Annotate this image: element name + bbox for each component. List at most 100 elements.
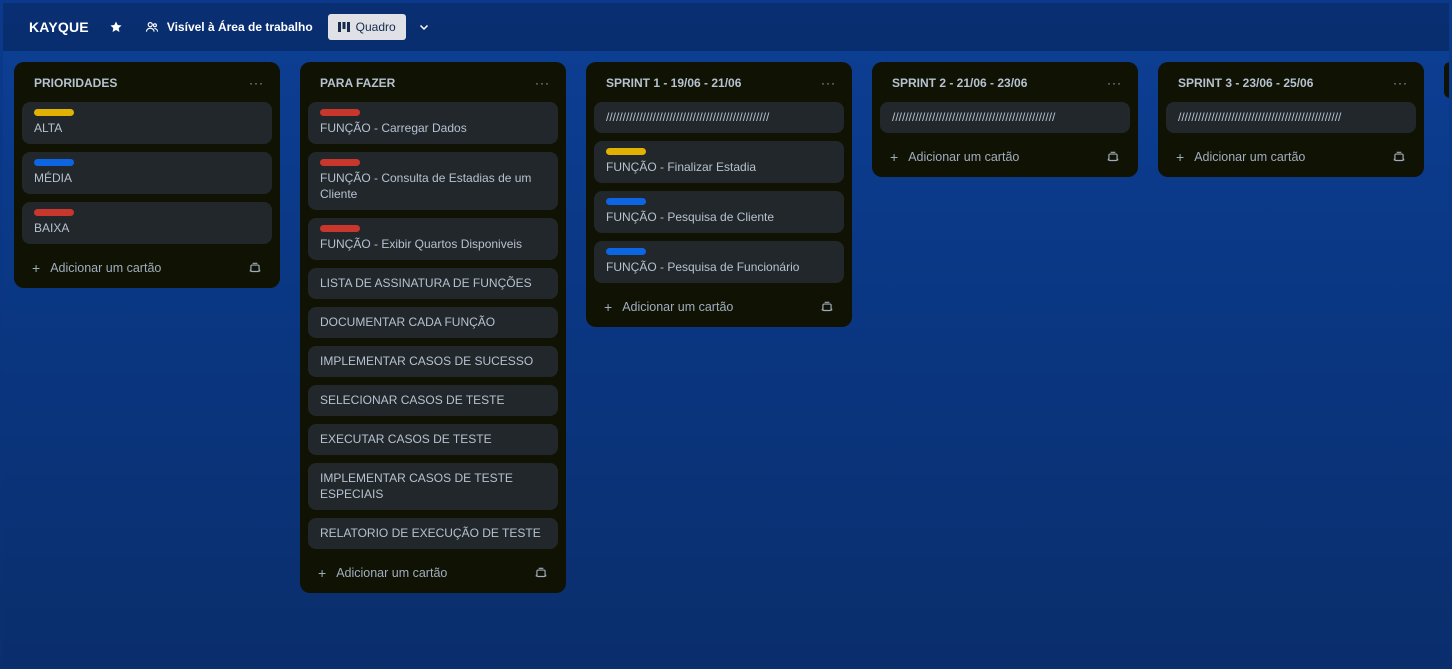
card[interactable]: ALTA <box>22 102 272 144</box>
card[interactable]: FUNÇÃO - Carregar Dados <box>308 102 558 144</box>
board-canvas: KAYQUE Visível à Área de trabalho Quadro… <box>3 3 1449 667</box>
card-label-red[interactable] <box>34 209 74 216</box>
list-header: SPRINT 1 - 19/06 - 21/06 ··· <box>594 70 844 96</box>
visibility-button[interactable]: Visível à Área de trabalho <box>145 20 313 34</box>
card-label-red[interactable] <box>320 225 360 232</box>
card[interactable]: EXECUTAR CASOS DE TESTE <box>308 424 558 455</box>
add-card-label: Adicionar um cartão <box>908 150 1020 164</box>
board-view-button[interactable]: Quadro <box>327 14 406 40</box>
add-card-button[interactable]: + Adicionar um cartão <box>1176 149 1305 165</box>
card-title: LISTA DE ASSINATURA DE FUNÇÕES <box>320 276 532 290</box>
card-label-yellow[interactable] <box>606 148 646 155</box>
add-card-label: Adicionar um cartão <box>336 566 448 580</box>
list[interactable]: SPRINT 1 - 19/06 - 21/06 ··· /////////////… <box>586 62 852 327</box>
add-card-button[interactable]: + Adicionar um cartão <box>604 299 733 315</box>
card-title: ////////////////////////////////////////… <box>1178 110 1342 124</box>
plus-icon: + <box>1176 149 1185 165</box>
add-card-label: Adicionar um cartão <box>50 261 162 275</box>
list-title[interactable]: PRIORIDADES <box>34 76 117 90</box>
card[interactable]: SELECIONAR CASOS DE TESTE <box>308 385 558 416</box>
add-card-button[interactable]: + Adicionar um cartão <box>32 260 161 276</box>
card-title: BAIXA <box>34 221 70 235</box>
card-title: ////////////////////////////////////////… <box>606 110 770 124</box>
more-options-icon[interactable]: ··· <box>821 76 836 90</box>
card-title: MÉDIA <box>34 171 73 185</box>
plus-icon: + <box>604 299 613 315</box>
card-label-blue[interactable] <box>606 248 646 255</box>
card[interactable]: RELATORIO DE EXECUÇÃO DE TESTE <box>308 518 558 549</box>
add-card-button[interactable]: + Adicionar um cartão <box>890 149 1019 165</box>
card-title: FUNÇÃO - Finalizar Estadia <box>606 160 757 174</box>
card[interactable]: IMPLEMENTAR CASOS DE SUCESSO <box>308 346 558 377</box>
add-card-button[interactable]: + Adicionar um cartão <box>318 565 447 581</box>
card[interactable]: FUNÇÃO - Finalizar Estadia <box>594 141 844 183</box>
card[interactable]: ////////////////////////////////////////… <box>1166 102 1416 133</box>
card-title: FUNÇÃO - Consulta de Estadias de um Clie… <box>320 171 532 201</box>
card-title: IMPLEMENTAR CASOS DE SUCESSO <box>320 354 534 368</box>
add-card-row: + Adicionar um cartão <box>1166 141 1416 173</box>
list-title[interactable]: PARA FAZER <box>320 76 395 90</box>
list-title[interactable]: SPRINT 3 - 23/06 - 25/06 <box>1178 76 1313 90</box>
add-card-row: + Adicionar um cartão <box>880 141 1130 173</box>
card-template-icon[interactable] <box>1106 150 1120 164</box>
more-options-icon[interactable]: ··· <box>249 76 264 90</box>
card-title: ALTA <box>34 121 63 135</box>
add-card-row: + Adicionar um cartão <box>22 252 272 284</box>
card[interactable]: FUNÇÃO - Pesquisa de Funcionário <box>594 241 844 283</box>
card[interactable]: DOCUMENTAR CADA FUNÇÃO <box>308 307 558 338</box>
list-header: PARA FAZER ··· <box>308 70 558 96</box>
list-title[interactable]: SPRINT 1 - 19/06 - 21/06 <box>606 76 741 90</box>
card-label-red[interactable] <box>320 109 360 116</box>
card-label-yellow[interactable] <box>34 109 74 116</box>
card[interactable]: LISTA DE ASSINATURA DE FUNÇÕES <box>308 268 558 299</box>
list-header: PRIORIDADES ··· <box>22 70 272 96</box>
card[interactable]: ////////////////////////////////////////… <box>880 102 1130 133</box>
card[interactable]: FUNÇÃO - Exibir Quartos Disponiveis <box>308 218 558 260</box>
card-template-icon[interactable] <box>1392 150 1406 164</box>
card[interactable]: MÉDIA <box>22 152 272 194</box>
board-view-label: Quadro <box>355 20 396 34</box>
board-icon <box>337 22 350 32</box>
list-header: SPRINT 2 - 21/06 - 23/06 ··· <box>880 70 1130 96</box>
list[interactable]: SPRINT 3 - 23/06 - 25/06 ··· /////////////… <box>1158 62 1424 177</box>
card-label-blue[interactable] <box>34 159 74 166</box>
card-title: DOCUMENTAR CADA FUNÇÃO <box>320 315 496 329</box>
offscreen-list-edge <box>1444 62 1449 98</box>
card[interactable]: ////////////////////////////////////////… <box>594 102 844 133</box>
plus-icon: + <box>318 565 327 581</box>
card-title: IMPLEMENTAR CASOS DE TESTE ESPECIAIS <box>320 471 513 501</box>
card[interactable]: FUNÇÃO - Pesquisa de Cliente <box>594 191 844 233</box>
board-header: KAYQUE Visível à Área de trabalho Quadro <box>3 3 1449 51</box>
card-template-icon[interactable] <box>534 566 548 580</box>
list[interactable]: PRIORIDADES ··· ALTA MÉDIA BAIXA + Adicionar u… <box>14 62 280 288</box>
add-card-label: Adicionar um cartão <box>622 300 734 314</box>
card-title: ////////////////////////////////////////… <box>892 110 1056 124</box>
card[interactable]: BAIXA <box>22 202 272 244</box>
chevron-down-icon[interactable] <box>418 21 430 33</box>
more-options-icon[interactable]: ··· <box>1393 76 1408 90</box>
add-card-row: + Adicionar um cartão <box>308 557 558 589</box>
card[interactable]: FUNÇÃO - Consulta de Estadias de um Clie… <box>308 152 558 210</box>
star-icon[interactable] <box>109 20 123 34</box>
card-template-icon[interactable] <box>820 300 834 314</box>
card-title: FUNÇÃO - Exibir Quartos Disponiveis <box>320 237 523 251</box>
card-label-red[interactable] <box>320 159 360 166</box>
plus-icon: + <box>890 149 899 165</box>
people-icon <box>145 20 159 34</box>
more-options-icon[interactable]: ··· <box>535 76 550 90</box>
add-card-row: + Adicionar um cartão <box>594 291 844 323</box>
list-title[interactable]: SPRINT 2 - 21/06 - 23/06 <box>892 76 1027 90</box>
card-title: FUNÇÃO - Pesquisa de Cliente <box>606 210 775 224</box>
card-title: FUNÇÃO - Carregar Dados <box>320 121 467 135</box>
card-title: FUNÇÃO - Pesquisa de Funcionário <box>606 260 800 274</box>
board-title[interactable]: KAYQUE <box>29 19 89 35</box>
list-header: SPRINT 3 - 23/06 - 25/06 ··· <box>1166 70 1416 96</box>
more-options-icon[interactable]: ··· <box>1107 76 1122 90</box>
plus-icon: + <box>32 260 41 276</box>
card-template-icon[interactable] <box>248 261 262 275</box>
card-title: SELECIONAR CASOS DE TESTE <box>320 393 505 407</box>
card[interactable]: IMPLEMENTAR CASOS DE TESTE ESPECIAIS <box>308 463 558 510</box>
list[interactable]: SPRINT 2 - 21/06 - 23/06 ··· /////////////… <box>872 62 1138 177</box>
list[interactable]: PARA FAZER ··· FUNÇÃO - Carregar Dados FUNÇ… <box>300 62 566 593</box>
card-label-blue[interactable] <box>606 198 646 205</box>
